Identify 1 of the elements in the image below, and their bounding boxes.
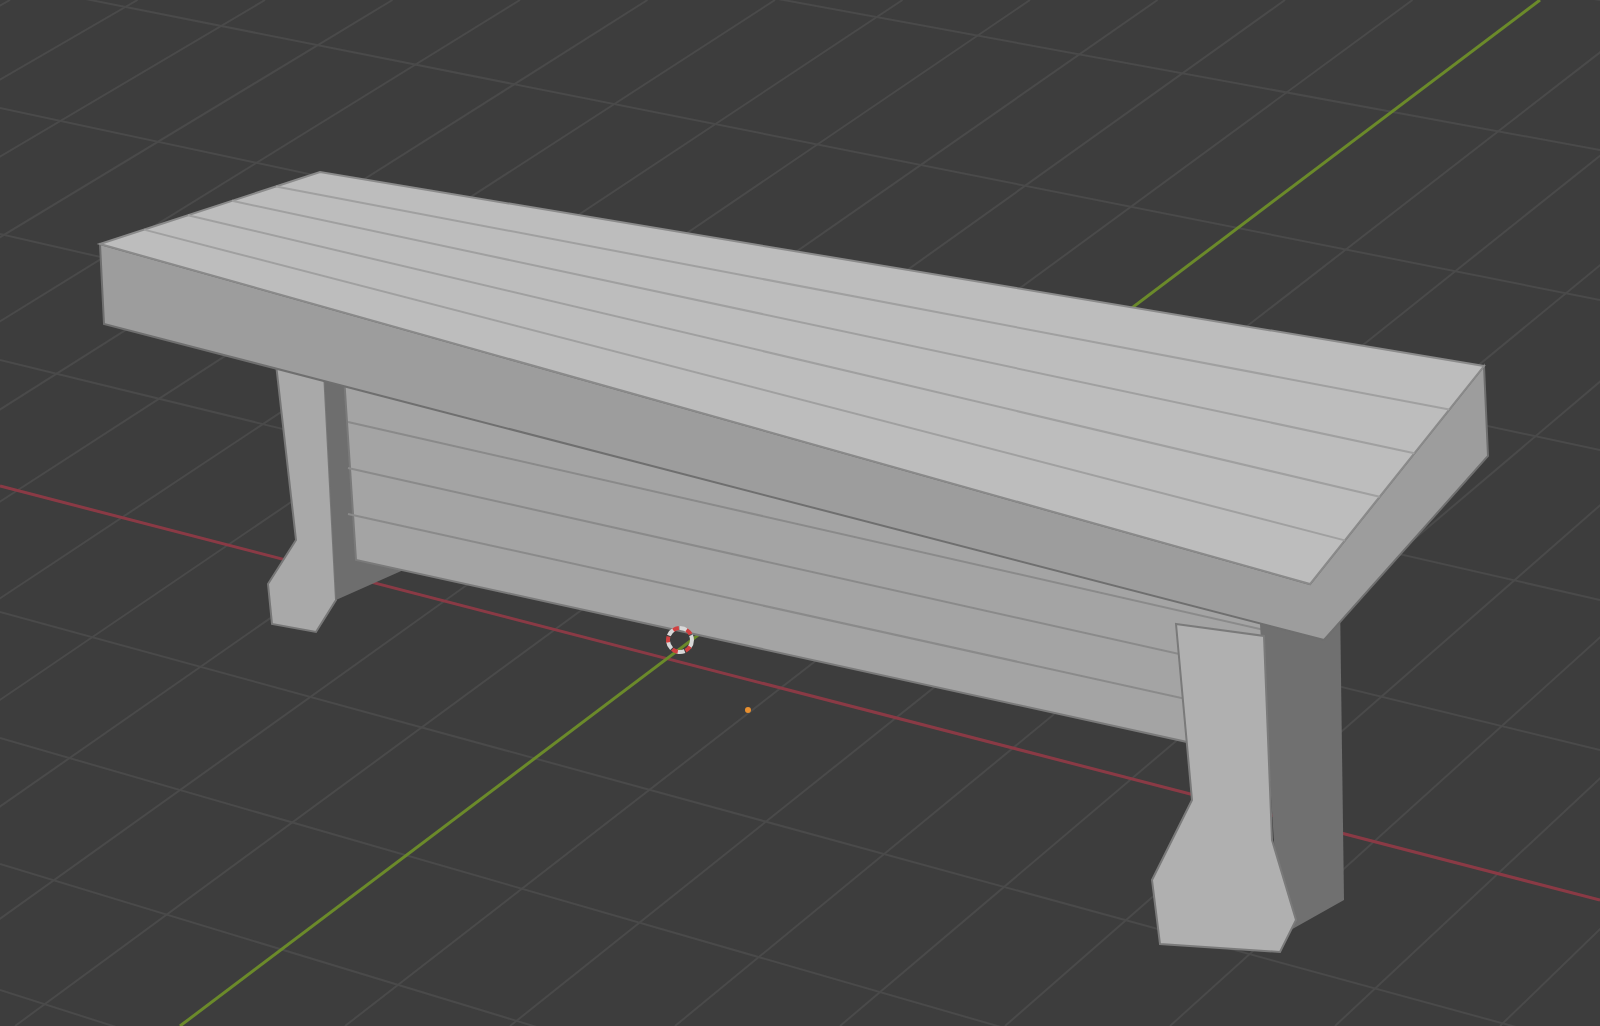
origin-dot-icon xyxy=(745,707,751,713)
